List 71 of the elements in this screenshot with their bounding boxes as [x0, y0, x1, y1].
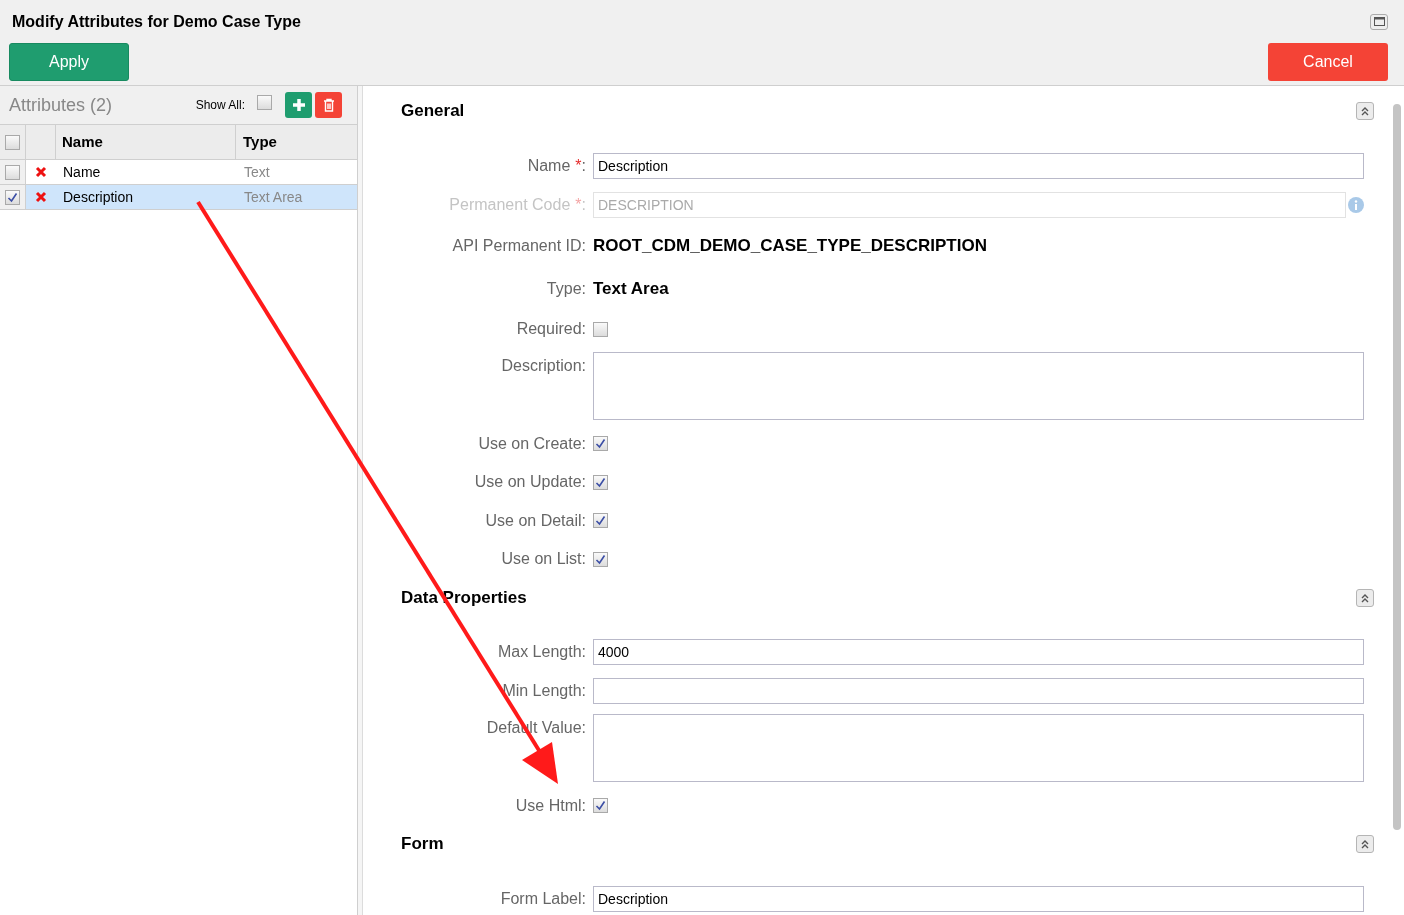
text-area[interactable]	[593, 713, 1364, 782]
field-label: Use on Create:	[478, 433, 586, 454]
checkbox[interactable]	[593, 474, 608, 490]
field-label: Max Length:	[497, 642, 586, 662]
check-icon	[595, 553, 606, 565]
checkbox[interactable]	[593, 436, 608, 452]
check-icon	[595, 515, 606, 527]
field-label: Use on Detail:	[485, 510, 586, 531]
text-field[interactable]	[593, 678, 1364, 704]
text-field[interactable]: 4000	[593, 639, 1364, 665]
panel-title: Attributes (2)	[9, 93, 114, 117]
double-chevron-up-icon	[1360, 592, 1370, 603]
check-icon	[7, 191, 18, 203]
field-label: Permanent Code	[449, 194, 571, 215]
scrollbar[interactable]	[1393, 104, 1401, 830]
field-label: Required:	[516, 319, 586, 340]
field-label: Name	[527, 155, 571, 176]
field-label: Min Length:	[502, 681, 586, 701]
text-field[interactable]: Description	[593, 885, 1364, 912]
field-value: ROOT_CDM_DEMO_CASE_TYPE_DESCRIPTION	[593, 234, 987, 257]
field-label: Type:	[546, 278, 586, 299]
checkbox[interactable]	[593, 551, 608, 567]
table-row[interactable]: Description Text Area	[0, 185, 357, 210]
section-title: General	[401, 100, 465, 123]
delete-x-icon[interactable]	[35, 191, 47, 203]
double-chevron-up-icon	[1360, 839, 1370, 849]
field-label: Form Label:	[500, 888, 586, 909]
add-button[interactable]	[285, 92, 312, 118]
show-all-label: Show All:	[195, 97, 245, 114]
table-row[interactable]: Name Text	[0, 160, 357, 185]
checkbox[interactable]	[5, 134, 20, 150]
field-label: Description:	[501, 355, 586, 376]
checkbox[interactable]	[257, 95, 272, 110]
cancel-button[interactable]: Cancel	[1268, 43, 1388, 81]
required-mark: *	[575, 194, 582, 215]
plus-icon	[291, 98, 306, 112]
maximize-button[interactable]	[1370, 13, 1388, 30]
text-field[interactable]: Description	[593, 152, 1364, 179]
field-label: Use Html:	[515, 795, 586, 816]
check-icon	[595, 438, 606, 450]
column-header[interactable]: Type	[236, 125, 357, 159]
collapse-button[interactable]	[1356, 102, 1374, 120]
window-icon	[1373, 17, 1385, 26]
field-value: Text Area	[593, 277, 669, 300]
section-title: Form	[401, 833, 444, 856]
field-label: Use on Update:	[474, 472, 586, 493]
checkbox[interactable]	[593, 321, 608, 337]
delete-button[interactable]	[315, 92, 342, 118]
check-icon	[595, 476, 606, 488]
checkbox[interactable]	[593, 513, 608, 529]
label-colon: :	[581, 155, 586, 176]
text-area[interactable]	[593, 351, 1364, 420]
check-icon	[595, 800, 606, 812]
table-cell-text: Text Area	[243, 187, 304, 207]
required-mark: *	[575, 155, 582, 176]
table-cell-text: Text	[243, 162, 271, 182]
delete-x-icon[interactable]	[35, 166, 47, 178]
column-header[interactable]: Name	[56, 125, 236, 159]
label-colon: :	[581, 194, 586, 215]
checkbox[interactable]	[593, 798, 608, 814]
table-cell-text: Description	[62, 187, 135, 207]
checkbox[interactable]	[5, 189, 20, 205]
double-chevron-up-icon	[1360, 106, 1370, 116]
field-label: Use on List:	[501, 549, 586, 570]
window-title: Modify Attributes for Demo Case Type	[11, 11, 301, 32]
checkbox[interactable]	[5, 164, 20, 180]
table-cell-text: Name	[62, 162, 102, 182]
field-label: API Permanent ID:	[452, 235, 586, 256]
collapse-button[interactable]	[1356, 588, 1374, 607]
trash-icon	[322, 98, 335, 112]
collapse-button[interactable]	[1356, 835, 1374, 853]
